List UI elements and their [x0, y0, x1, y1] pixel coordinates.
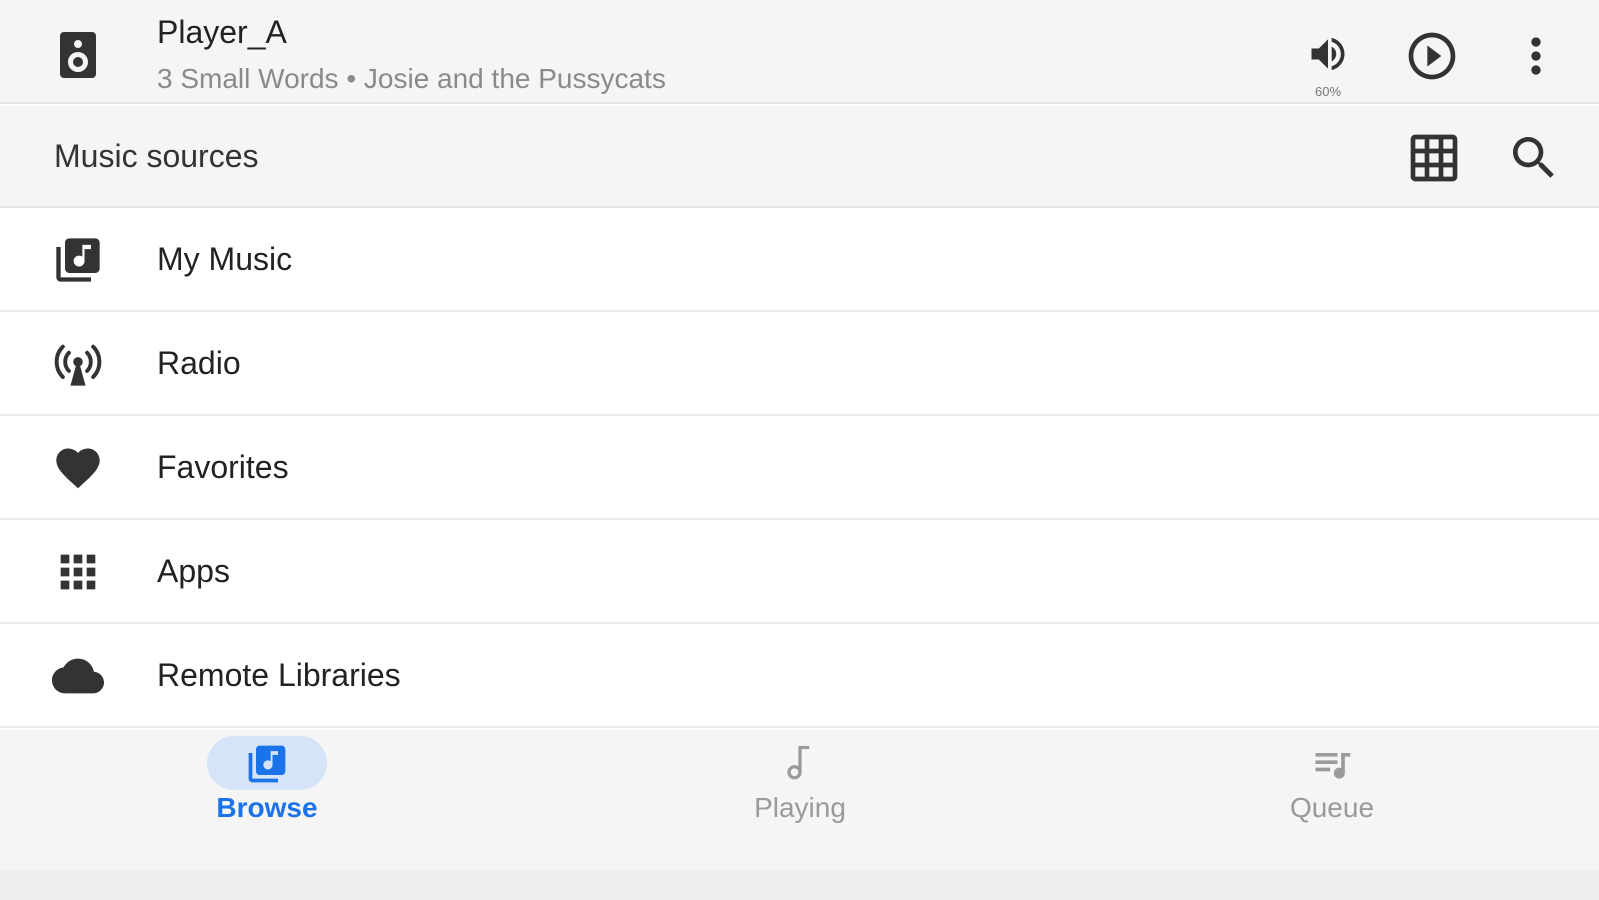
- now-playing-track[interactable]: 3 Small Words • Josie and the Pussycats: [157, 63, 666, 95]
- volume-button[interactable]: 60%: [1300, 28, 1356, 100]
- source-item-favorites[interactable]: Favorites: [0, 416, 1599, 520]
- now-playing-bar[interactable]: Player_A 3 Small Words • Josie and the P…: [0, 0, 1599, 104]
- search-icon: [1513, 137, 1554, 178]
- source-item-label: Apps: [157, 553, 230, 589]
- library-music-icon: [248, 745, 286, 783]
- source-item-label: Radio: [157, 345, 241, 381]
- app-root: Player_A 3 Small Words • Josie and the P…: [0, 0, 1599, 900]
- music-sources-list: My Music Radio Favorites Apps Remote Lib…: [0, 208, 1599, 728]
- source-item-apps[interactable]: Apps: [0, 520, 1599, 624]
- library-music-icon: [52, 234, 104, 286]
- queue-music-icon: [1315, 753, 1351, 779]
- tab-browse[interactable]: Browse: [157, 730, 377, 850]
- play-circle-icon: [1408, 32, 1456, 80]
- more-options-button[interactable]: [1508, 28, 1564, 84]
- source-item-label: Remote Libraries: [157, 657, 401, 693]
- grid-view-icon: [1410, 134, 1458, 182]
- player-name[interactable]: Player_A: [157, 14, 287, 51]
- section-toolbar: Music sources: [0, 106, 1599, 208]
- system-bar: [0, 870, 1599, 900]
- grid-view-button[interactable]: [1406, 130, 1462, 186]
- source-item-my-music[interactable]: My Music: [0, 208, 1599, 312]
- more-vert-icon: [1531, 37, 1541, 75]
- volume-level: 60%: [1314, 84, 1342, 99]
- tab-playing[interactable]: Playing: [690, 730, 910, 850]
- music-note-icon: [787, 745, 810, 780]
- volume-up-icon: [1311, 37, 1345, 71]
- section-title: Music sources: [54, 138, 259, 174]
- source-item-remote-libraries[interactable]: Remote Libraries: [0, 624, 1599, 728]
- radio-tower-icon: [52, 338, 104, 390]
- tab-browse-label: Browse: [216, 792, 318, 823]
- tab-queue[interactable]: Queue: [1222, 730, 1442, 850]
- source-item-label: Favorites: [157, 449, 289, 485]
- search-button[interactable]: [1506, 130, 1562, 186]
- tab-playing-label: Playing: [754, 792, 846, 823]
- tab-queue-label: Queue: [1289, 792, 1375, 823]
- bottom-navigation: Browse Playing Queue: [0, 730, 1599, 870]
- apps-icon: [52, 546, 104, 598]
- cloud-icon: [52, 650, 104, 702]
- source-item-label: My Music: [157, 241, 293, 277]
- heart-icon: [52, 442, 104, 494]
- source-item-radio[interactable]: Radio: [0, 312, 1599, 416]
- play-button[interactable]: [1404, 28, 1460, 84]
- speaker-icon: [56, 30, 100, 80]
